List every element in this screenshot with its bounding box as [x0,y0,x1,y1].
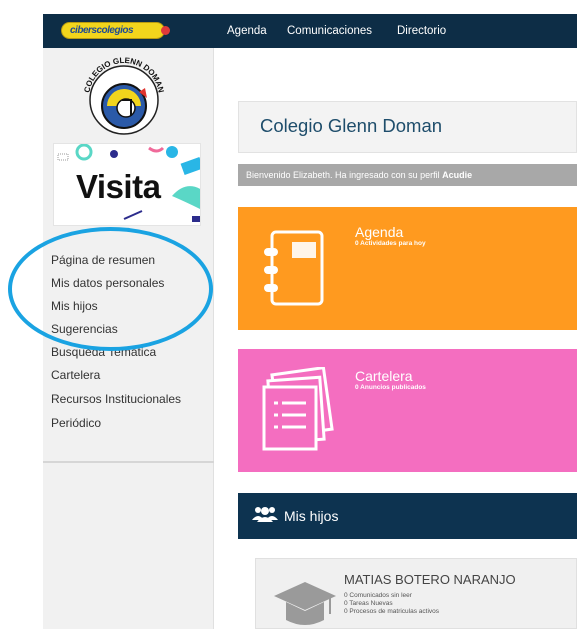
mis-hijos-header: Mis hijos [238,493,577,539]
visita-banner[interactable]: Visita [53,143,201,226]
cartelera-subtitle: 0 Anuncios publicados [355,384,426,391]
welcome-text: Bienvenido Elizabeth. Ha ingresado con s… [246,170,443,180]
graduation-cap-icon [274,582,336,625]
welcome-profile: Acudie [442,170,473,180]
sidebar-item-periodico[interactable]: Periódico [51,416,101,430]
cartelera-card[interactable]: Cartelera 0 Anuncios publicados [238,349,577,472]
student-stat-matriculas: 0 Procesos de matriculas activos [344,608,440,615]
notice-board-icon [262,367,334,451]
sidebar: COLEGIO GLENN DOMAN Visita Página de res… [43,48,214,629]
student-stat-tareas: 0 Tareas Nuevas [344,600,393,607]
school-title-panel: Colegio Glenn Doman [238,101,577,153]
notebook-icon [264,230,324,306]
logo-text: ciberscolegios [70,25,134,36]
nav-agenda[interactable]: Agenda [227,14,267,48]
ciberscolegios-logo[interactable]: ciberscolegios [61,22,170,39]
cartelera-title: Cartelera [355,368,413,384]
student-stat-comunicados: 0 Comunicados sin leer [344,592,412,599]
student-name: MATIAS BOTERO NARANJO [344,572,516,587]
users-icon [252,507,278,522]
banner-text: Visita [76,168,161,205]
logo-dot-icon [161,26,170,35]
welcome-banner: Bienvenido Elizabeth. Ha ingresado con s… [238,164,577,186]
sidebar-item-recursos-institucionales[interactable]: Recursos Institucionales [51,392,181,406]
student-card[interactable]: MATIAS BOTERO NARANJO 0 Comunicados sin … [255,558,577,629]
page-title: Colegio Glenn Doman [260,115,443,136]
agenda-title: Agenda [355,224,404,240]
sidebar-item-resumen[interactable]: Página de resumen [51,253,155,267]
nav-comunicaciones[interactable]: Comunicaciones [287,14,372,48]
sidebar-item-busqueda-tematica[interactable]: Busqueda Temática [51,345,156,359]
sidebar-item-sugerencias[interactable]: Sugerencias [51,322,118,336]
sidebar-item-mis-hijos[interactable]: Mis hijos [51,299,98,313]
sidebar-item-cartelera[interactable]: Cartelera [51,368,100,382]
sidebar-item-datos-personales[interactable]: Mis datos personales [51,276,164,290]
sidebar-divider [43,461,214,463]
top-navbar: ciberscolegios Agenda Comunicaciones Dir… [43,14,577,48]
mis-hijos-title: Mis hijos [284,508,339,524]
agenda-card[interactable]: Agenda 0 Actividades para hoy [238,207,577,330]
school-logo-icon: COLEGIO GLENN DOMAN [82,56,166,135]
nav-directorio[interactable]: Directorio [397,14,446,48]
agenda-subtitle: 0 Actividades para hoy [355,240,426,247]
